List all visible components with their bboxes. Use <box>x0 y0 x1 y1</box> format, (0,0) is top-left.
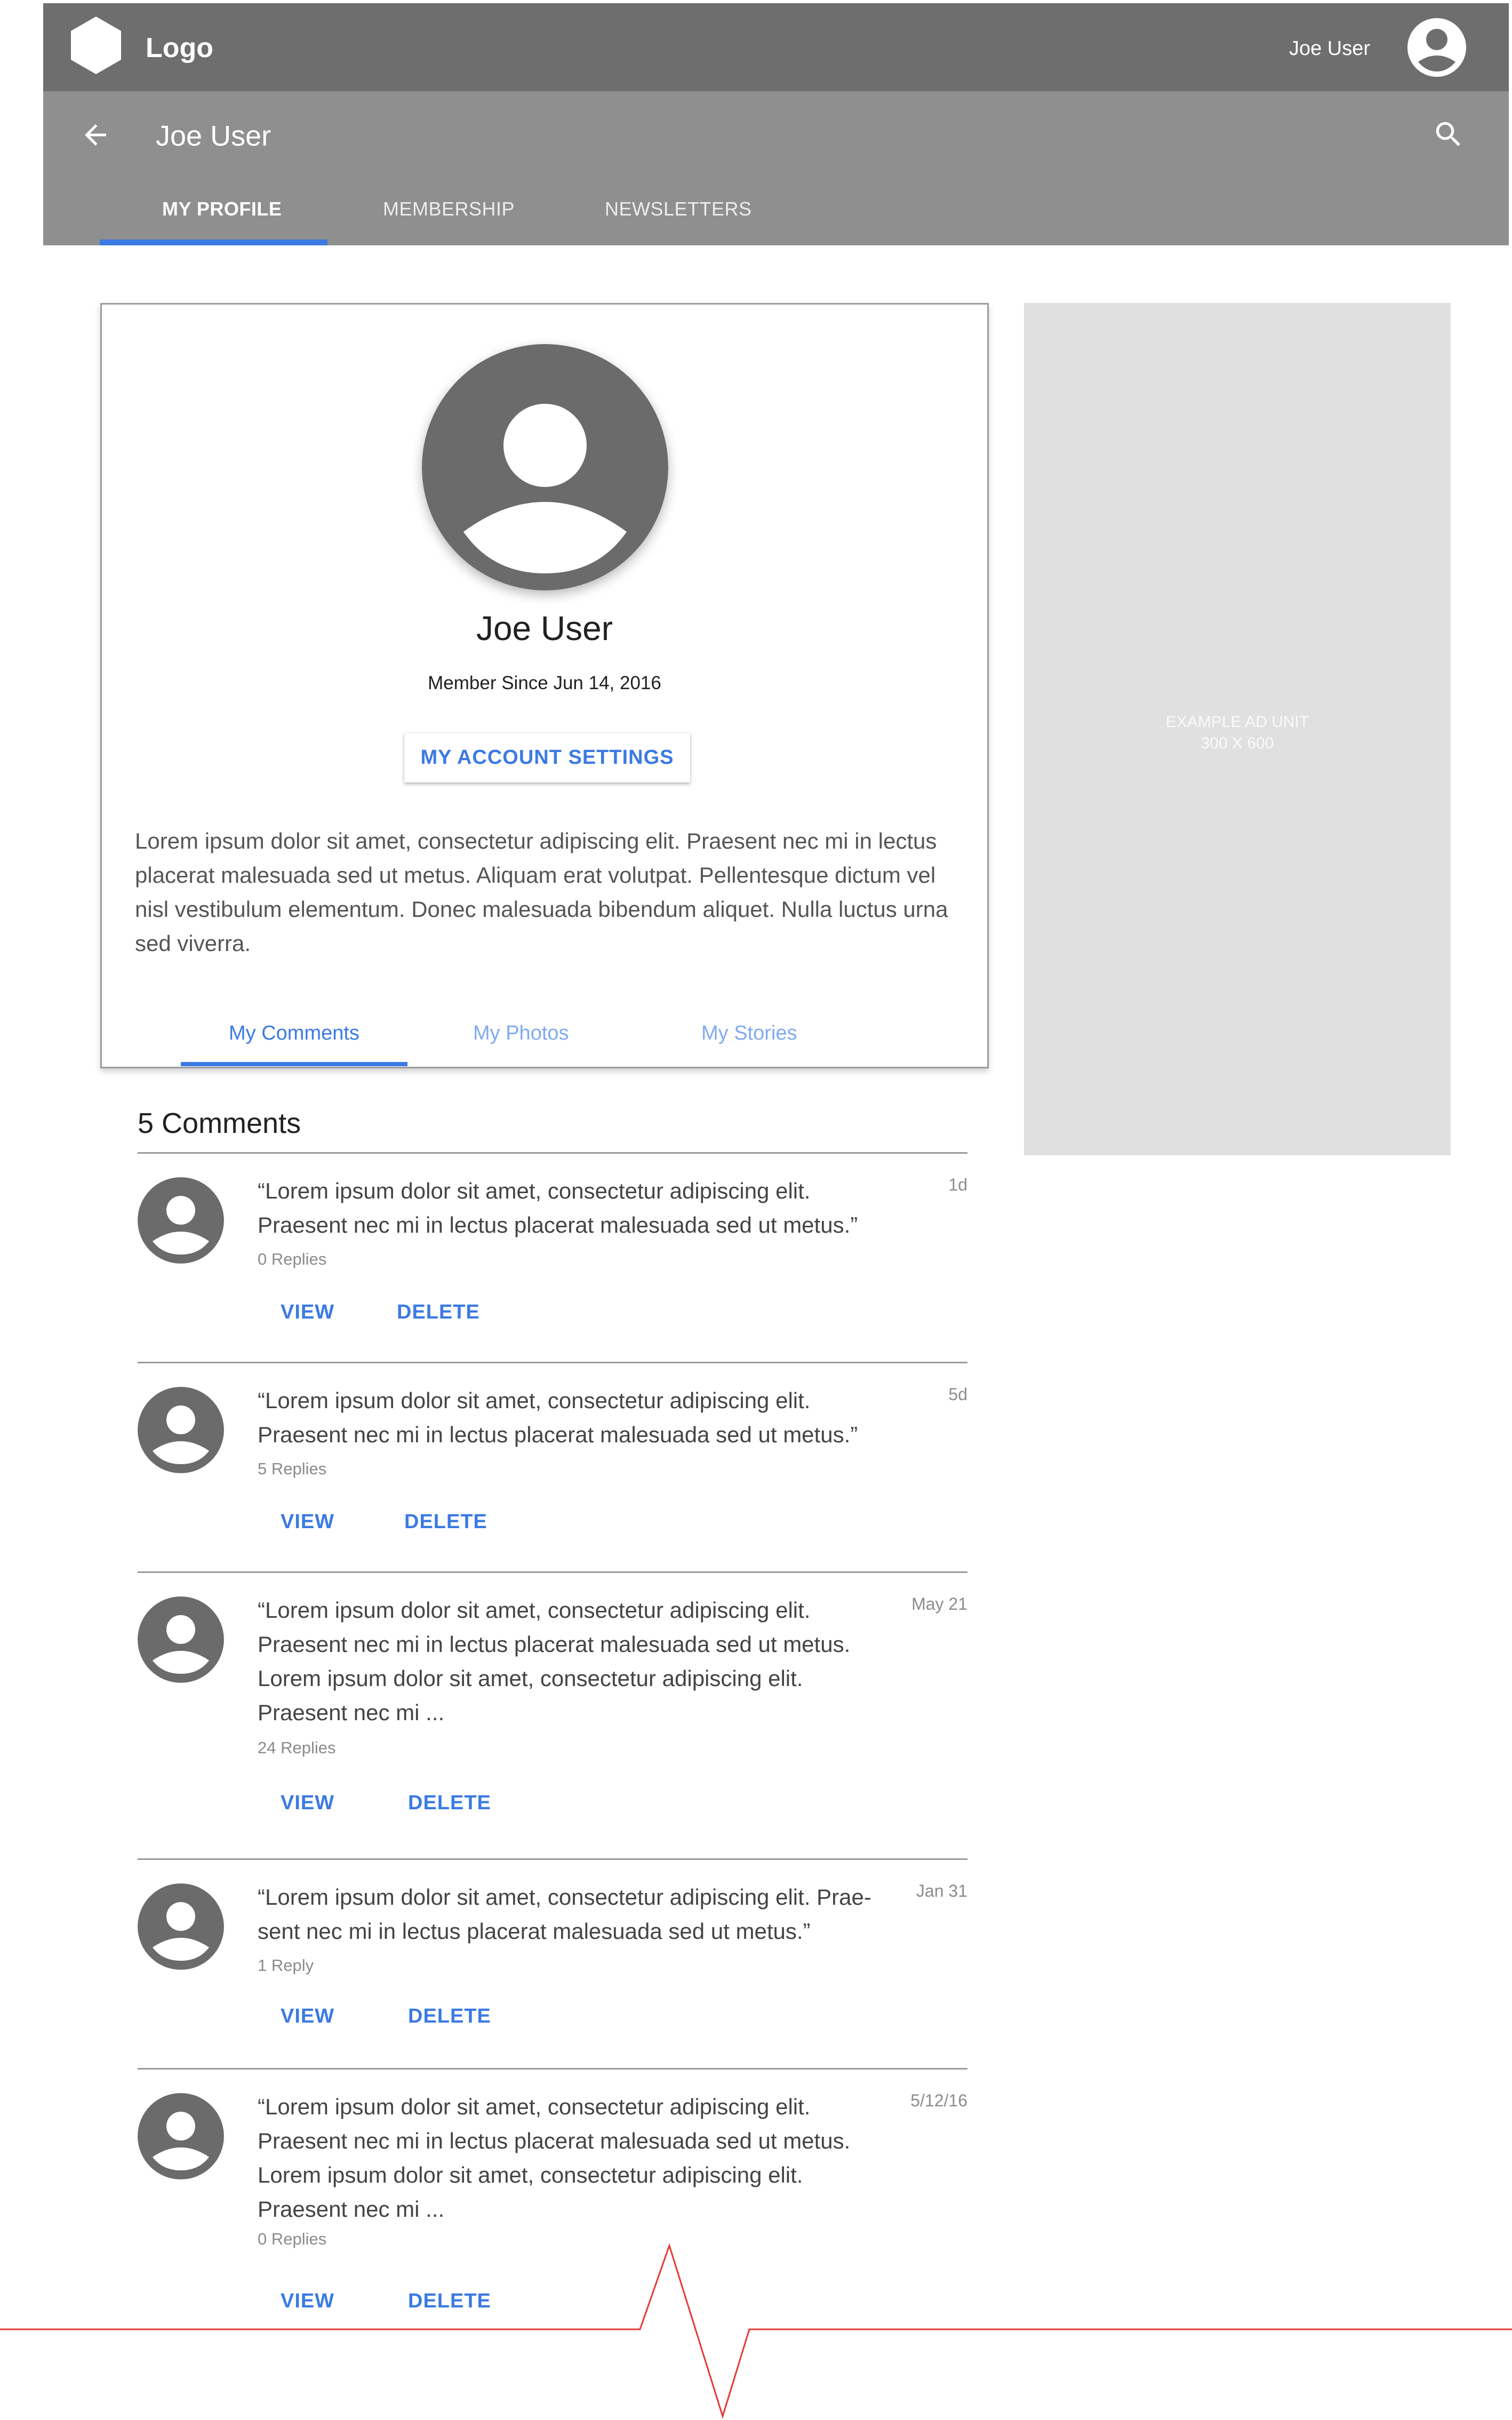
comment-time: 5/12/16 <box>910 2091 967 2110</box>
delete-button[interactable]: DELETE <box>408 1792 491 1815</box>
comment-time: 1d <box>948 1175 967 1194</box>
arrow-back-icon[interactable] <box>79 119 111 151</box>
comment-time: Jan 31 <box>916 1881 967 1900</box>
comment-text: “Lorem ipsum dolor sit amet, consectetur… <box>258 1598 851 1725</box>
account-settings-button[interactable]: MY ACCOUNT SETTINGS <box>404 733 690 782</box>
comment-item: “Lorem ipsum dolor sit amet, consectetur… <box>138 1573 967 1858</box>
view-button[interactable]: VIEW <box>281 1301 334 1324</box>
view-button[interactable]: VIEW <box>281 2005 334 2028</box>
person-icon <box>138 1883 224 1970</box>
comment-item: “Lorem ipsum dolor sit amet, consectetur… <box>138 1363 967 1571</box>
profile-tab-indicator <box>181 1062 407 1066</box>
ad-size: 300 X 600 <box>1201 734 1274 752</box>
person-icon <box>138 1387 224 1473</box>
page-header: Joe User MY PROFILE MEMBERSHIP NEWSLETTE… <box>43 91 1509 245</box>
comment-item: “Lorem ipsum dolor sit amet, consectetur… <box>138 1860 967 2068</box>
search-icon[interactable] <box>1432 118 1465 151</box>
comment-text: “Lorem ipsum dolor sit amet, consectetur… <box>258 1178 858 1237</box>
tab-indicator <box>100 239 327 245</box>
delete-button[interactable]: DELETE <box>408 2005 491 2028</box>
hexagon-icon[interactable] <box>71 17 121 74</box>
profile-card: Joe User Member Since Jun 14, 2016 MY AC… <box>100 303 989 1068</box>
comments-heading: 5 Comments <box>138 1107 301 1139</box>
account-circle-icon[interactable] <box>1407 18 1466 77</box>
app-bar: Logo Joe User <box>43 3 1509 91</box>
tab-my-comments[interactable]: My Comments <box>229 1022 359 1045</box>
view-button[interactable]: VIEW <box>281 1511 334 1534</box>
comment-time: 5d <box>948 1385 967 1404</box>
profile-bio: Lorem ipsum dolor sit amet, consectetur … <box>135 828 948 956</box>
view-button[interactable]: VIEW <box>281 1792 334 1815</box>
page-title: Joe User <box>156 120 271 152</box>
ad-unit[interactable]: EXAMPLE AD UNIT 300 X 600 <box>1024 303 1451 1155</box>
fold-line <box>0 2243 1512 2419</box>
comment-text: “Lorem ipsum dolor sit amet, consectetur… <box>258 1884 871 1944</box>
person-icon <box>422 344 668 590</box>
user-name[interactable]: Joe User <box>1289 37 1370 60</box>
comment-time: May 21 <box>911 1594 967 1614</box>
reply-count: 0 Replies <box>258 1250 327 1268</box>
comment-text: “Lorem ipsum dolor sit amet, consectetur… <box>258 2094 851 2222</box>
tab-my-profile[interactable]: MY PROFILE <box>162 198 282 220</box>
person-icon <box>138 1596 224 1683</box>
delete-button[interactable]: DELETE <box>404 1511 487 1534</box>
person-icon <box>138 2093 224 2179</box>
tab-membership[interactable]: MEMBERSHIP <box>383 198 515 220</box>
comment-text: “Lorem ipsum dolor sit amet, consectetur… <box>258 1388 858 1447</box>
reply-count: 5 Replies <box>258 1459 327 1478</box>
profile-name: Joe User <box>476 609 613 648</box>
tab-newsletters[interactable]: NEWSLETTERS <box>605 198 752 220</box>
person-icon <box>138 1177 224 1264</box>
tab-my-stories[interactable]: My Stories <box>701 1022 797 1045</box>
delete-button[interactable]: DELETE <box>397 1301 480 1324</box>
comment-item: “Lorem ipsum dolor sit amet, consectetur… <box>138 1154 967 1362</box>
reply-count: 24 Replies <box>258 1738 336 1757</box>
tab-my-photos[interactable]: My Photos <box>473 1022 569 1045</box>
logo-text[interactable]: Logo <box>146 32 213 64</box>
member-since: Member Since Jun 14, 2016 <box>428 673 661 693</box>
ad-label: EXAMPLE AD UNIT <box>1165 713 1309 731</box>
reply-count: 1 Reply <box>258 1956 314 1975</box>
